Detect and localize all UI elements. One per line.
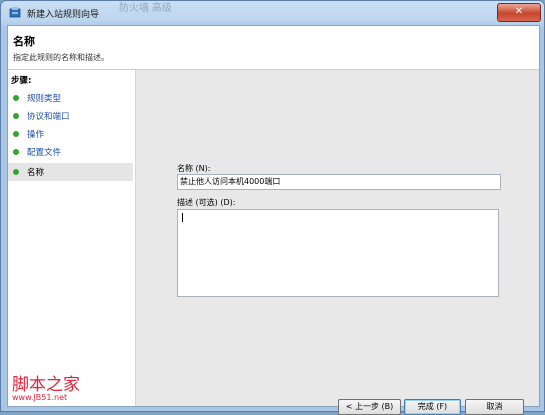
name-label: 名称 (N): — [177, 164, 211, 173]
step-bullet-icon — [13, 113, 19, 119]
description-textarea[interactable] — [177, 209, 499, 297]
main-panel: 名称 (N): 禁止他人访问本机4000端口 描述 (可选) (D): < 上一… — [136, 70, 539, 415]
watermark-url: www.JB51.net — [12, 393, 68, 402]
steps-sidebar: 步骤: 规则类型 协议和端口 操作 配置文件 名称 — [8, 70, 136, 406]
window-title: 新建入站规则向导 — [27, 10, 100, 20]
finish-button[interactable]: 完成 (F) — [404, 399, 461, 415]
step-label: 协议和端口 — [27, 112, 70, 122]
text-caret — [182, 213, 183, 222]
step-label: 配置文件 — [27, 148, 62, 158]
description-label: 描述 (可选) (D): — [177, 198, 236, 207]
step-label: 操作 — [27, 130, 45, 140]
step-action[interactable]: 操作 — [8, 125, 133, 143]
step-protocol-ports[interactable]: 协议和端口 — [8, 107, 133, 125]
step-label: 规则类型 — [27, 94, 62, 104]
step-profile[interactable]: 配置文件 — [8, 143, 133, 161]
background-window-title: 防火墙 高级 — [119, 3, 172, 13]
title-bar[interactable]: 新建入站规则向导 防火墙 高级 ✕ — [1, 1, 544, 25]
page-title: 名称 — [13, 35, 35, 48]
step-bullet-icon — [13, 149, 19, 155]
step-rule-type[interactable]: 规则类型 — [8, 89, 133, 107]
back-button[interactable]: < 上一步 (B) — [338, 399, 401, 415]
watermark-logo: 脚本之家 — [12, 375, 80, 395]
page-description: 指定此规则的名称和描述。 — [13, 53, 109, 62]
steps-heading: 步骤: — [11, 76, 32, 86]
step-name[interactable]: 名称 — [8, 163, 133, 181]
step-label: 名称 — [27, 168, 45, 178]
step-bullet-icon — [13, 131, 19, 137]
wizard-window: 新建入站规则向导 防火墙 高级 ✕ 名称 指定此规则的名称和描述。 步骤: 规则… — [0, 0, 545, 415]
step-bullet-icon — [13, 95, 19, 101]
step-bullet-icon — [13, 169, 19, 175]
cancel-button[interactable]: 取消 — [465, 399, 524, 415]
name-input[interactable]: 禁止他人访问本机4000端口 — [177, 174, 501, 190]
wizard-header: 名称 指定此规则的名称和描述。 — [8, 26, 539, 70]
firewall-wizard-icon — [9, 7, 21, 18]
close-button[interactable]: ✕ — [497, 3, 541, 22]
wizard-client-area: 名称 指定此规则的名称和描述。 步骤: 规则类型 协议和端口 操作 配置文件 名… — [7, 25, 540, 415]
